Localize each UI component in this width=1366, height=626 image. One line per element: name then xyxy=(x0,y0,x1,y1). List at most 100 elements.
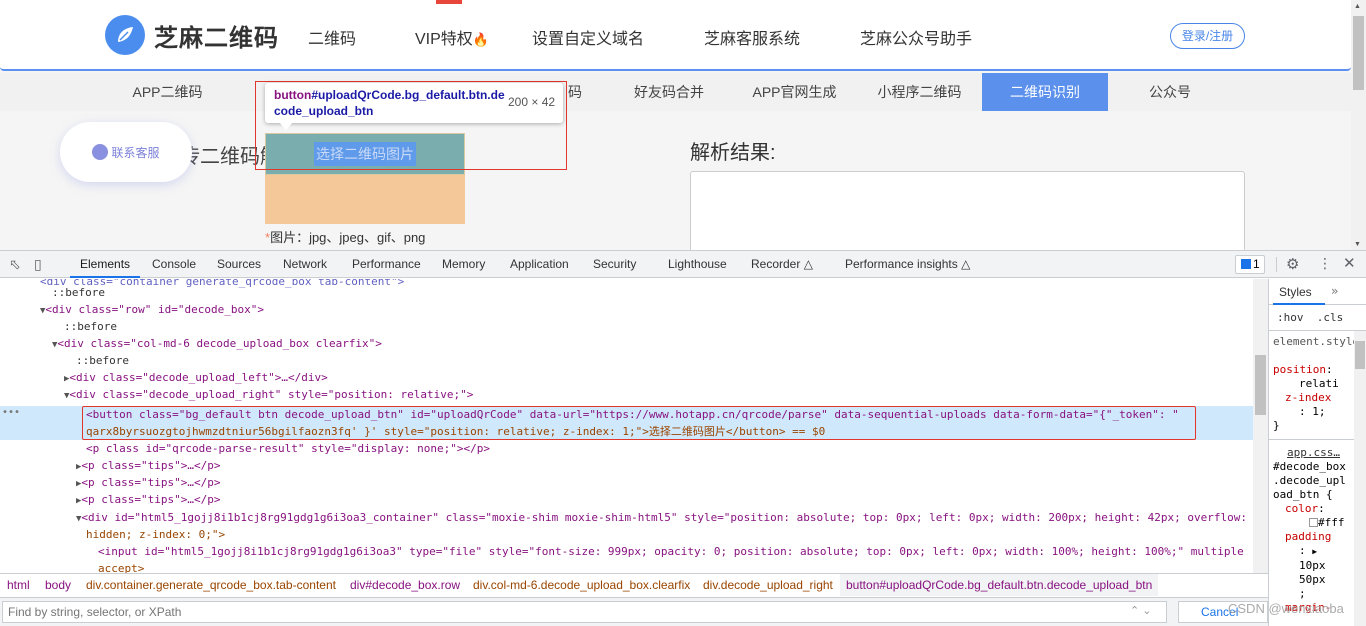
site-logo[interactable]: 芝麻二维码 xyxy=(105,15,279,55)
page-scrollbar[interactable]: ▲ ▼ xyxy=(1351,0,1366,250)
device-toolbar-icon[interactable]: ▯ xyxy=(34,256,42,273)
tab-recorder[interactable]: Recorder △ xyxy=(751,251,813,278)
dom-line[interactable]: ▼<div class="col-md-6 decode_upload_box … xyxy=(52,335,382,352)
new-badge xyxy=(436,0,462,4)
style-prop-value[interactable]: relati xyxy=(1269,377,1366,391)
search-prev-next-icon[interactable]: ⌃ ⌄ xyxy=(1130,604,1152,617)
style-prop-value[interactable]: : 1; xyxy=(1269,405,1366,419)
devtools-toolbar: ⬁ ▯ Elements Console Sources Network Per… xyxy=(0,251,1366,278)
browser-viewport: 芝麻二维码 二维码 VIP特权🔥 设置自定义域名 芝麻客服系统 芝麻公众号助手 … xyxy=(0,0,1366,250)
scroll-down-arrow-icon[interactable]: ▼ xyxy=(1354,241,1361,248)
rule-selector: #decode_box xyxy=(1273,460,1346,473)
dom-breadcrumbs: html body div.container.generate_qrcode_… xyxy=(0,573,1268,596)
scrollbar-thumb[interactable] xyxy=(1353,16,1364,90)
subnav-official-account[interactable]: 公众号 xyxy=(1120,73,1220,111)
tab-elements[interactable]: Elements xyxy=(70,251,141,278)
tab-performance[interactable]: Performance xyxy=(352,251,421,278)
nav-qrcode[interactable]: 二维码 xyxy=(308,25,356,49)
file-type-text: 图片：jpg、jpeg、gif、png xyxy=(270,230,426,245)
result-textarea[interactable] xyxy=(690,171,1245,250)
elements-scrollbar[interactable] xyxy=(1253,279,1268,573)
elements-scrollbar-thumb[interactable] xyxy=(1255,355,1266,415)
dom-search-input[interactable] xyxy=(2,601,1167,623)
dom-line[interactable]: <p class id="qrcode-parse-result" style=… xyxy=(86,440,490,457)
close-devtools-icon[interactable]: ✕ xyxy=(1343,254,1356,272)
styles-filter-row: :hov .cls xyxy=(1269,305,1366,331)
stylesheet-link[interactable]: app.css… xyxy=(1269,446,1366,460)
tab-console[interactable]: Console xyxy=(152,251,196,278)
nav-service-system[interactable]: 芝麻客服系统 xyxy=(704,25,800,49)
subnav-friend-merge[interactable]: 好友码合并 xyxy=(610,73,728,111)
tab-lighthouse[interactable]: Lighthouse xyxy=(668,251,727,278)
tab-memory[interactable]: Memory xyxy=(442,251,485,278)
styles-scrollbar-thumb[interactable] xyxy=(1355,341,1365,369)
color-value[interactable]: #fff xyxy=(1318,516,1345,529)
subnav-qrcode-decode[interactable]: 二维码识别 xyxy=(982,73,1108,111)
dom-line[interactable]: ▶<p class="tips">…</p> xyxy=(76,474,221,491)
color-swatch[interactable] xyxy=(1309,518,1318,527)
breadcrumb-upload-right[interactable]: div.decode_upload_right xyxy=(703,574,833,596)
dom-line[interactable]: hidden; z-index: 0;"> xyxy=(86,526,225,543)
dom-line[interactable]: ▼<div class="decode_upload_right" style=… xyxy=(64,386,473,403)
breadcrumb-html[interactable]: html xyxy=(7,574,30,596)
nav-vip[interactable]: VIP特权🔥 xyxy=(415,25,489,49)
tab-sources[interactable]: Sources xyxy=(217,251,261,278)
tab-security[interactable]: Security xyxy=(593,251,636,278)
breadcrumb-container[interactable]: div.container.generate_qrcode_box.tab-co… xyxy=(86,574,336,596)
settings-gear-icon[interactable]: ⚙ xyxy=(1286,255,1299,273)
nav-wechat-helper[interactable]: 芝麻公众号助手 xyxy=(860,25,972,49)
style-prop-name[interactable]: z-index xyxy=(1285,391,1331,404)
nav-custom-domain[interactable]: 设置自定义域名 xyxy=(532,25,644,49)
subnav-app-site[interactable]: APP官网生成 xyxy=(737,73,852,111)
logo-text: 芝麻二维码 xyxy=(154,24,279,52)
file-type-tips: *图片：jpg、jpeg、gif、png xyxy=(265,227,425,246)
issues-message-icon xyxy=(1241,259,1251,269)
dom-line[interactable]: ▼<div class="row" id="decode_box"> xyxy=(40,301,264,318)
fire-icon: 🔥 xyxy=(472,32,489,47)
node-actions-ellipsis-icon[interactable]: ••• xyxy=(2,407,20,418)
padding-value[interactable]: 10px xyxy=(1269,559,1366,573)
breadcrumb-button[interactable]: button#uploadQrCode.bg_default.btn.decod… xyxy=(840,574,1159,596)
dom-line[interactable]: <input id="html5_1gojj8i1b1cj8rg91gdg1g6… xyxy=(98,543,1244,560)
tab-network[interactable]: Network xyxy=(283,251,327,278)
cls-toggle[interactable]: .cls xyxy=(1317,311,1344,324)
dom-line[interactable]: ::before xyxy=(64,318,117,335)
contact-service-button[interactable]: 联系客服 xyxy=(60,122,192,182)
scroll-up-arrow-icon[interactable]: ▲ xyxy=(1354,3,1361,10)
dom-line[interactable]: ::before xyxy=(52,284,105,301)
dom-line[interactable]: ▶<p class="tips">…</p> xyxy=(76,457,221,474)
issues-count: 1 xyxy=(1253,257,1260,271)
styles-pane: Styles » :hov .cls element.style { posit… xyxy=(1268,279,1366,626)
tab-performance-insights[interactable]: Performance insights △ xyxy=(845,251,970,278)
site-header: 芝麻二维码 二维码 VIP特权🔥 设置自定义域名 芝麻客服系统 芝麻公众号助手 … xyxy=(0,0,1351,71)
styles-scrollbar[interactable] xyxy=(1354,331,1366,626)
dom-line[interactable]: ▶<div class="decode_upload_left">…</div> xyxy=(64,369,328,386)
result-title: 解析结果: xyxy=(690,142,776,164)
breadcrumb-decode-box[interactable]: div#decode_box.row xyxy=(350,574,460,596)
flask-icon: △ xyxy=(803,257,813,271)
tooltip-dimensions: 200 × 42 xyxy=(508,95,556,109)
dom-line[interactable]: accept> xyxy=(98,560,144,573)
more-tabs-icon[interactable]: » xyxy=(1331,284,1338,298)
breadcrumb-col[interactable]: div.col-md-6.decode_upload_box.clearfix xyxy=(473,574,690,596)
csdn-watermark: CSDN @wenxiaoba xyxy=(1228,601,1344,616)
login-register-button[interactable]: 登录/注册 xyxy=(1170,23,1245,49)
rule-selector: oad_btn { xyxy=(1273,488,1333,501)
hov-toggle[interactable]: :hov xyxy=(1277,311,1304,324)
tab-recorder-label: Recorder xyxy=(751,257,801,271)
dom-line[interactable]: ▼<div id="html5_1gojj8i1b1cj8rg91gdg1g6i… xyxy=(76,509,1247,526)
inspect-element-icon[interactable]: ⬁ xyxy=(9,256,21,273)
more-options-icon[interactable]: ⋮ xyxy=(1318,255,1332,272)
subnav-miniprogram[interactable]: 小程序二维码 xyxy=(862,73,977,111)
breadcrumb-body[interactable]: body xyxy=(45,574,71,596)
tab-application[interactable]: Application xyxy=(510,251,569,278)
issues-badge[interactable]: 1 xyxy=(1235,255,1265,274)
padding-value[interactable]: 50px xyxy=(1269,573,1366,587)
element-style-selector: element.style { xyxy=(1273,335,1366,348)
dom-line[interactable]: ▶<p class="tips">…</p> xyxy=(76,491,221,508)
tab-styles[interactable]: Styles xyxy=(1279,285,1312,299)
style-prop-name[interactable]: position xyxy=(1273,363,1326,376)
expand-triangle-icon[interactable]: ▶ xyxy=(1312,547,1317,556)
dom-line[interactable]: ::before xyxy=(76,352,129,369)
subnav-app-qrcode[interactable]: APP二维码 xyxy=(100,73,235,111)
